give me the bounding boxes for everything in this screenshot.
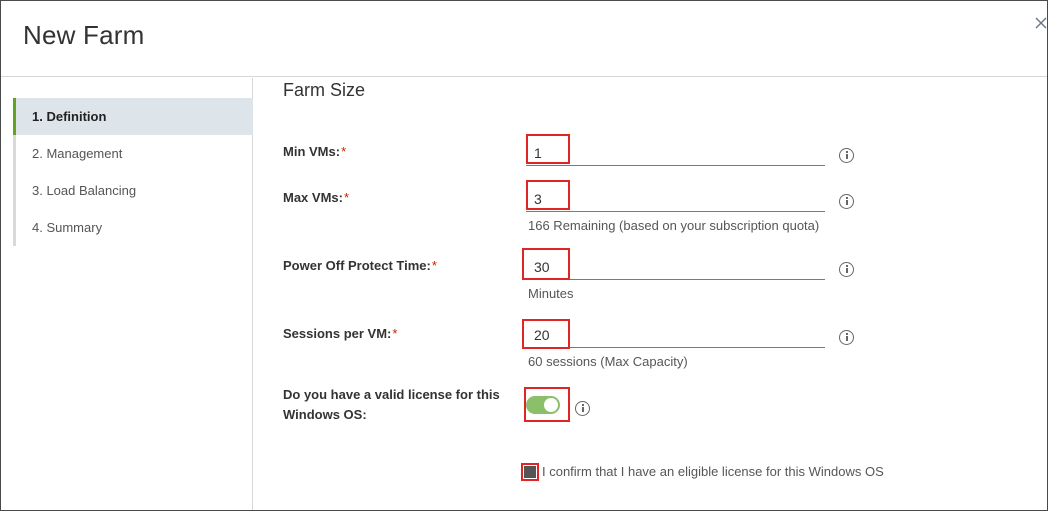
max-vms-helper: 166 Remaining (based on your subscriptio… (528, 218, 820, 233)
required-marker: * (431, 258, 437, 273)
step-load-balancing[interactable]: 3. Load Balancing (13, 172, 253, 209)
license-label: Do you have a valid license for this Win… (283, 385, 500, 425)
power-off-helper: Minutes (528, 286, 574, 301)
dialog-title: New Farm (23, 20, 145, 50)
license-row: Do you have a valid license for this Win… (283, 384, 1043, 434)
min-vms-row: Min VMs:* (283, 140, 1043, 180)
power-off-input[interactable] (526, 254, 825, 280)
sessions-helper: 60 sessions (Max Capacity) (528, 354, 688, 369)
max-vms-label: Max VMs:* (283, 190, 350, 205)
highlight-box (526, 180, 570, 210)
dialog-header: New Farm (1, 1, 1047, 77)
license-label-line1: Do you have a valid license for this (283, 387, 500, 402)
highlight-box (526, 134, 570, 164)
min-vms-input[interactable] (526, 140, 825, 166)
power-off-row: Power Off Protect Time:* Minutes (283, 254, 1043, 304)
required-marker: * (343, 190, 350, 205)
close-icon[interactable] (1032, 14, 1048, 34)
section-title: Farm Size (283, 80, 366, 100)
info-icon[interactable] (839, 262, 854, 277)
highlight-box (524, 387, 570, 422)
max-vms-input[interactable] (526, 186, 825, 212)
step-definition[interactable]: 1. Definition (13, 98, 253, 135)
max-vms-row: Max VMs:* 166 Remaining (based on your s… (283, 186, 1043, 236)
required-marker: * (341, 144, 347, 159)
highlight-box (521, 463, 539, 481)
highlight-box (522, 248, 570, 280)
info-icon[interactable] (575, 401, 590, 416)
power-off-label: Power Off Protect Time:* (283, 258, 437, 273)
info-icon[interactable] (839, 194, 854, 209)
sessions-input[interactable] (526, 322, 825, 348)
info-icon[interactable] (839, 330, 854, 345)
form-content: Farm Size Min VMs:* Max VMs:* 166 Remain… (254, 78, 1046, 510)
wizard-steps: 1. Definition 2. Management 3. Load Bala… (13, 98, 253, 246)
confirm-text: I confirm that I have an eligible licens… (542, 464, 884, 479)
wizard-sidebar: 1. Definition 2. Management 3. Load Bala… (1, 78, 253, 510)
highlight-box (522, 319, 570, 349)
step-summary[interactable]: 4. Summary (13, 209, 253, 246)
sessions-label: Sessions per VM:* (283, 326, 398, 341)
required-marker: * (392, 326, 398, 341)
step-management[interactable]: 2. Management (13, 135, 253, 172)
sessions-row: Sessions per VM:* 60 sessions (Max Capac… (283, 322, 1043, 372)
min-vms-label: Min VMs:* (283, 144, 347, 159)
info-icon[interactable] (839, 148, 854, 163)
license-label-line2: Windows OS: (283, 407, 367, 422)
